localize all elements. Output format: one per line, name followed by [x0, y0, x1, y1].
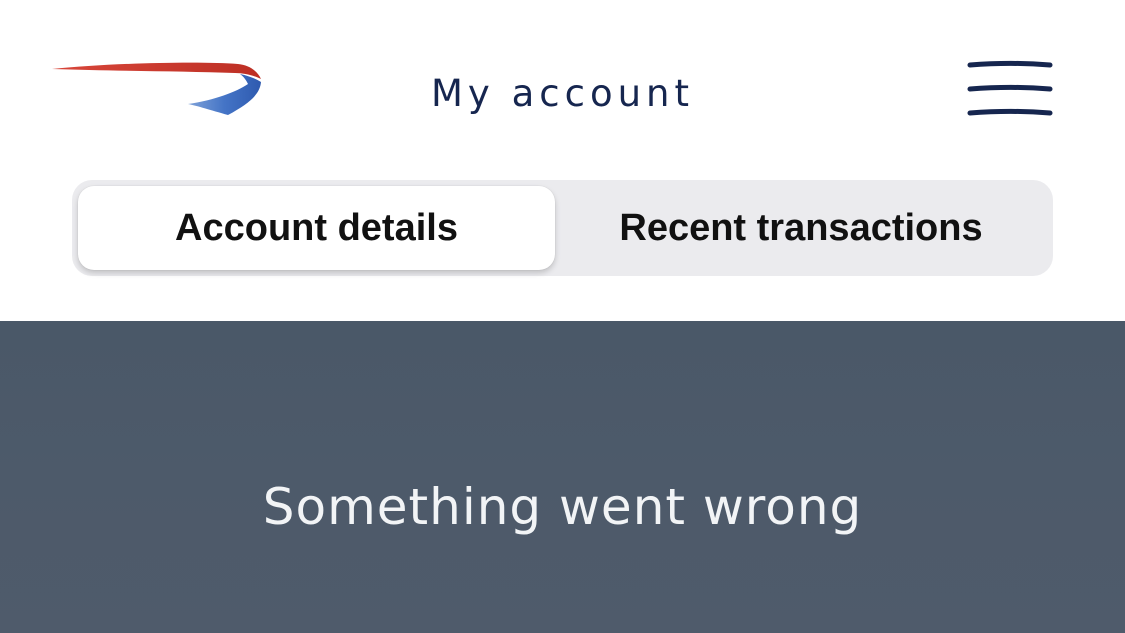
- hamburger-menu-icon[interactable]: [966, 58, 1054, 120]
- error-message: Something went wrong: [262, 478, 863, 536]
- page-title: My account: [431, 72, 694, 115]
- tab-account-details[interactable]: Account details: [78, 186, 555, 270]
- tab-recent-transactions[interactable]: Recent transactions: [555, 186, 1047, 270]
- account-tabs: Account details Recent transactions: [72, 180, 1053, 276]
- content-area: Something went wrong: [0, 321, 1125, 633]
- app-header: My account Account details Recent transa…: [0, 0, 1125, 321]
